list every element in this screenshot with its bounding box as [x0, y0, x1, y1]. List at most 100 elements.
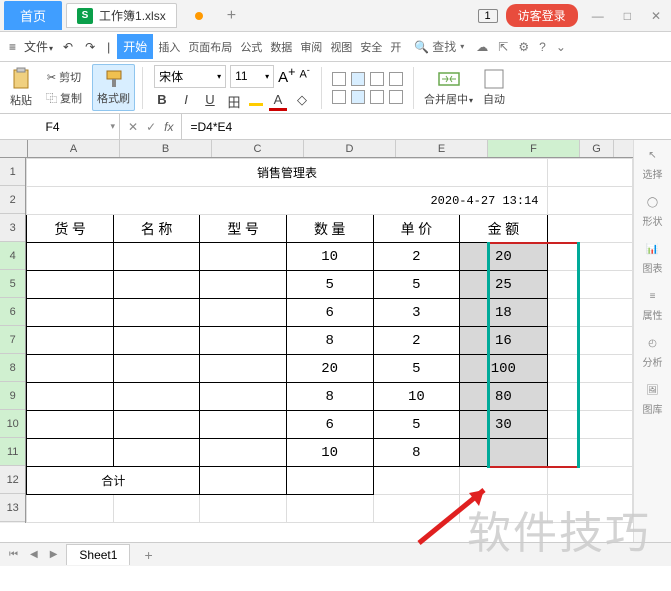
- row-header[interactable]: 2: [0, 186, 25, 214]
- minimize-button[interactable]: —: [586, 5, 610, 27]
- border-button[interactable]: 田: [225, 92, 243, 111]
- ribbon: 粘贴 ✂剪切 ⿻复制 格式刷 宋体▾ 11▾ A+ A- B I U 田 A ◇: [0, 62, 671, 114]
- name-box[interactable]: F4: [0, 114, 120, 139]
- maximize-button[interactable]: □: [618, 5, 637, 27]
- close-button[interactable]: ✕: [645, 5, 667, 27]
- tab-nav-prev[interactable]: ◀: [27, 547, 41, 562]
- tab-formula[interactable]: 公式: [237, 35, 265, 59]
- tab-review[interactable]: 审阅: [297, 35, 325, 59]
- col-header-f[interactable]: F: [488, 140, 580, 157]
- align-left-icon[interactable]: [332, 90, 346, 104]
- align-center-icon[interactable]: [351, 90, 365, 104]
- search-box[interactable]: 🔍 查找 ▾: [414, 38, 464, 55]
- caret-down-icon[interactable]: ⌄: [556, 40, 566, 54]
- col-header-b[interactable]: B: [120, 140, 212, 157]
- chart-tool[interactable]: 📊图表: [643, 240, 663, 275]
- indent-icon[interactable]: [389, 90, 403, 104]
- auto-button[interactable]: 自动: [480, 68, 508, 107]
- align-bottom-icon[interactable]: [370, 72, 384, 86]
- tab-insert[interactable]: 插入: [155, 35, 183, 59]
- tab-nav-next[interactable]: ▶: [47, 547, 61, 562]
- tab-view[interactable]: 视图: [327, 35, 355, 59]
- row-header[interactable]: 5: [0, 270, 25, 298]
- fx-icon[interactable]: fx: [164, 120, 173, 134]
- row-header[interactable]: 1: [0, 158, 25, 186]
- merge-center-button[interactable]: 合并居中▾: [421, 68, 476, 107]
- font-size-select[interactable]: 11▾: [230, 65, 274, 88]
- tab-security[interactable]: 安全: [357, 35, 385, 59]
- row-header[interactable]: 9: [0, 382, 25, 410]
- cancel-formula-icon[interactable]: ✕: [128, 120, 138, 134]
- increase-font-icon[interactable]: A+: [278, 65, 295, 88]
- shape-tool[interactable]: ◯形状: [643, 193, 663, 228]
- attr-tool[interactable]: ≡属性: [643, 287, 663, 322]
- col-header-c[interactable]: C: [212, 140, 304, 157]
- select-all-corner[interactable]: [0, 140, 28, 157]
- align-middle-icon[interactable]: [351, 72, 365, 86]
- help-icon[interactable]: ?: [539, 40, 546, 54]
- header-model: 型 号: [200, 215, 286, 243]
- select-tool[interactable]: ↖选择: [643, 146, 663, 181]
- tab-start[interactable]: 开始: [117, 34, 153, 59]
- align-right-icon[interactable]: [370, 90, 384, 104]
- font-name-select[interactable]: 宋体▾: [154, 65, 226, 88]
- format-painter-button[interactable]: 格式刷: [92, 64, 135, 111]
- wrap-icon[interactable]: [389, 72, 403, 86]
- paste-group[interactable]: 粘贴: [6, 67, 36, 108]
- font-color-button[interactable]: A: [269, 92, 287, 111]
- analyze-icon: ◴: [644, 334, 662, 352]
- cut-button[interactable]: ✂剪切: [44, 67, 84, 87]
- analyze-tool[interactable]: ◴分析: [643, 334, 663, 369]
- align-top-icon[interactable]: [332, 72, 346, 86]
- tab-page-layout[interactable]: 页面布局: [185, 35, 235, 59]
- home-tab[interactable]: 首页: [4, 1, 62, 30]
- bold-button[interactable]: B: [153, 92, 171, 111]
- add-sheet-button[interactable]: +: [136, 545, 160, 565]
- col-header-g[interactable]: G: [580, 140, 614, 157]
- accept-formula-icon[interactable]: ✓: [146, 120, 156, 134]
- row-header[interactable]: 7: [0, 326, 25, 354]
- share-icon[interactable]: ⇱: [498, 40, 508, 54]
- notification-badge[interactable]: 1: [478, 9, 498, 23]
- file-menu[interactable]: 文件▾: [21, 34, 56, 59]
- sheet-tab[interactable]: Sheet1: [66, 544, 130, 565]
- row-header[interactable]: 4: [0, 242, 25, 270]
- row-header[interactable]: 3: [0, 214, 25, 242]
- col-header-e[interactable]: E: [396, 140, 488, 157]
- gear-icon[interactable]: ⚙: [518, 40, 529, 54]
- shape-icon: ◯: [644, 193, 662, 211]
- italic-button[interactable]: I: [177, 92, 195, 111]
- row-header[interactable]: 10: [0, 410, 25, 438]
- row-header[interactable]: 12: [0, 466, 25, 494]
- tab-nav-first[interactable]: ⏮: [6, 547, 21, 562]
- underline-button[interactable]: U: [201, 92, 219, 111]
- row-header[interactable]: 6: [0, 298, 25, 326]
- file-name: 工作簿1.xlsx: [99, 7, 166, 24]
- formula-input[interactable]: =D4*E4: [182, 114, 671, 139]
- col-header-d[interactable]: D: [304, 140, 396, 157]
- header-qty: 数 量: [286, 215, 373, 243]
- cells-table[interactable]: 销售管理表 2020-4-27 13:14 货 号 名 称 型 号 数 量 单 …: [26, 158, 633, 523]
- new-tab-button[interactable]: +: [217, 3, 246, 29]
- row-header[interactable]: 8: [0, 354, 25, 382]
- decrease-font-icon[interactable]: A-: [299, 65, 309, 88]
- guest-login-button[interactable]: 访客登录: [506, 4, 578, 27]
- copy-button[interactable]: ⿻复制: [43, 88, 85, 108]
- undo-icon[interactable]: ↶: [60, 36, 76, 58]
- row-header[interactable]: 13: [0, 494, 25, 522]
- tab-extra[interactable]: 开: [387, 35, 404, 59]
- hamburger-icon[interactable]: ≡: [6, 36, 19, 58]
- gallery-tool[interactable]: 🖼图库: [643, 381, 663, 416]
- row-header[interactable]: 11: [0, 438, 25, 466]
- highlight-button[interactable]: ◇: [293, 92, 311, 111]
- cursor-icon: ↖: [644, 146, 662, 164]
- col-header-a[interactable]: A: [28, 140, 120, 157]
- tab-data[interactable]: 数据: [267, 35, 295, 59]
- spreadsheet-grid[interactable]: A B C D E F G 1 2 3 4 5 6 7 8 9 10 11 12…: [0, 140, 633, 542]
- fill-color-button[interactable]: [249, 92, 263, 106]
- cloud-icon[interactable]: ☁: [476, 40, 488, 54]
- total-label: 合计: [27, 467, 200, 495]
- redo-icon[interactable]: ↷: [82, 36, 98, 58]
- file-tab[interactable]: S 工作簿1.xlsx: [66, 3, 177, 28]
- header-amount: 金 额: [460, 215, 547, 243]
